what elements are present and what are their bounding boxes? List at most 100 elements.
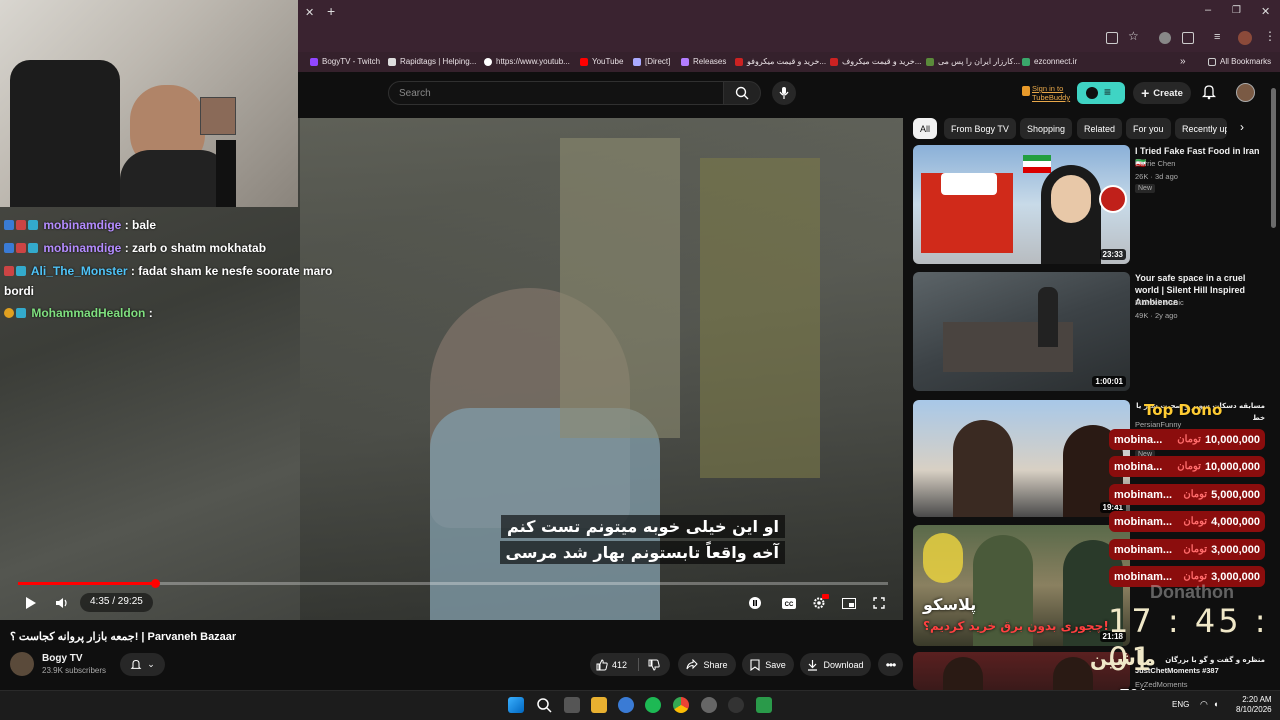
download-button[interactable]: Download — [800, 653, 871, 676]
captions-icon: CC — [782, 597, 796, 609]
thumb-caption: پلاسکو — [923, 595, 977, 614]
logo-badge — [1099, 185, 1127, 213]
star-icon[interactable]: ☆ — [1128, 29, 1139, 43]
search-icon[interactable] — [536, 697, 552, 713]
bookmark-item[interactable]: BogyTV - Twitch — [310, 57, 380, 66]
related-meta: 49K · 2y ago — [1135, 311, 1178, 320]
donation-row: mobina... تومان 10,000,000 — [1109, 429, 1265, 450]
all-bookmarks[interactable]: All Bookmarks — [1208, 57, 1271, 66]
chrome-icon[interactable] — [673, 697, 689, 713]
windows-start-icon[interactable] — [508, 697, 524, 713]
chat-message-continued: bordi — [4, 284, 34, 298]
tubebuddy-signin-link[interactable]: Sign in to TubeBuddy — [1032, 84, 1070, 102]
pause-autoplay-button[interactable] — [746, 594, 764, 612]
svg-text:CC: CC — [785, 602, 794, 608]
voice-search-button[interactable] — [772, 81, 796, 105]
window-close-button[interactable]: ✕ — [1261, 5, 1270, 18]
badge-icon — [28, 220, 38, 230]
chip-from-bogy-tv[interactable]: From Bogy TV — [944, 118, 1016, 139]
channel-name[interactable]: Bogy TV — [42, 653, 83, 664]
file-explorer-icon[interactable] — [591, 697, 607, 713]
app-icon[interactable] — [756, 697, 772, 713]
related-thumbnail[interactable]: 23:33 — [913, 145, 1130, 264]
profile-avatar[interactable] — [1238, 31, 1252, 45]
settings-button[interactable] — [810, 594, 829, 612]
wifi-icon[interactable]: ◠ — [1200, 699, 1208, 710]
install-app-icon[interactable] — [1106, 32, 1118, 44]
taskbar — [0, 690, 1280, 720]
subtitle-line: آخه واقعاً تابستونم بهار شد مرسی — [499, 541, 785, 564]
volume-icon[interactable]: ◖ — [1213, 699, 1218, 709]
search-input[interactable]: Search — [388, 81, 724, 105]
play-button[interactable] — [22, 594, 40, 612]
bookmark-item[interactable]: https://www.youtub... — [484, 57, 570, 66]
page-scrollbar[interactable] — [1271, 88, 1276, 228]
close-tab-icon[interactable]: ✕ — [305, 6, 314, 19]
chip-for-you[interactable]: For you — [1126, 118, 1171, 139]
captions-button[interactable]: CC — [780, 594, 798, 612]
chair — [10, 60, 120, 207]
spotify-icon[interactable] — [645, 697, 661, 713]
extension-icon[interactable] — [1159, 32, 1171, 44]
media-icon[interactable]: ≡ — [1214, 31, 1220, 43]
obs-icon[interactable] — [701, 697, 717, 713]
chip-related[interactable]: Related — [1077, 118, 1123, 139]
more-actions-button[interactable]: ••• — [878, 653, 903, 676]
clock[interactable]: 2:20 AM 8/10/2026 — [1236, 695, 1272, 715]
related-channel[interactable]: Carrie Chen — [1135, 159, 1175, 168]
subtitle-line: او این خیلی خوبه میتونم تست کنم — [501, 515, 785, 538]
divider — [638, 658, 639, 671]
bookmark-item[interactable]: خرید و قیمت میکروف... — [830, 57, 921, 66]
fullscreen-icon — [873, 597, 885, 609]
volume-button[interactable] — [53, 594, 71, 612]
bookmark-item[interactable]: ezconnect.ir — [1022, 57, 1077, 66]
ezconnect-icon — [1022, 57, 1030, 66]
bookmark-item[interactable]: کارزار ایران را پس می... — [926, 57, 1020, 66]
scrubber-handle[interactable] — [151, 579, 160, 588]
save-button[interactable]: Save — [742, 653, 794, 676]
bookmark-item[interactable]: YouTube — [580, 57, 623, 66]
chip-all[interactable]: All — [913, 118, 938, 139]
related-channel[interactable]: Midwich Music — [1135, 298, 1184, 307]
minimize-button[interactable]: – — [1205, 4, 1211, 16]
puzzle-icon[interactable] — [1182, 32, 1194, 44]
donation-row: mobinam... تومان 3,000,000 — [1109, 539, 1265, 560]
bookmark-item[interactable]: خرید و قیمت میکروفو... — [735, 57, 826, 66]
app-icon[interactable] — [618, 697, 634, 713]
bookmark-item[interactable]: Rapidtags | Helping... — [388, 57, 476, 66]
fullscreen-button[interactable] — [870, 594, 888, 612]
new-badge: New — [1135, 184, 1156, 193]
menu-icon[interactable]: ⋮ — [1264, 29, 1276, 43]
search-button[interactable] — [723, 81, 761, 105]
related-thumbnail[interactable]: 1:00:01 — [913, 272, 1130, 391]
miniplayer-button[interactable] — [840, 594, 858, 612]
account-avatar[interactable] — [1236, 83, 1255, 102]
create-button[interactable]: + Create — [1133, 82, 1191, 104]
task-view-icon[interactable] — [564, 697, 580, 713]
bookmark-item[interactable]: [Direct] — [633, 57, 670, 66]
like-dislike-group: 412 — [590, 653, 670, 676]
chip-shopping[interactable]: Shopping — [1020, 118, 1073, 139]
bookmark-item[interactable]: Releases — [681, 57, 726, 66]
share-button[interactable]: Share — [678, 653, 736, 676]
dislike-button[interactable] — [648, 659, 660, 673]
related-thumbnail[interactable]: 19:41 — [913, 400, 1130, 517]
related-channel[interactable]: PersianFunny — [1135, 420, 1181, 429]
hd-badge — [822, 594, 829, 599]
channel-avatar[interactable] — [10, 652, 34, 676]
notifications-button[interactable] — [1201, 84, 1217, 100]
maximize-button[interactable]: ❐ — [1232, 5, 1241, 16]
tubebuddy-button[interactable]: ≡ — [1077, 82, 1125, 104]
chip-recently-uploaded[interactable]: Recently up — [1175, 118, 1227, 139]
chevron-right-icon[interactable]: › — [1240, 120, 1244, 134]
notification-bell-button[interactable]: ⌄ — [120, 653, 165, 676]
related-thumbnail[interactable]: پلاسکو چجوری بدون برق خرید کردیم؟! 21:18 — [913, 525, 1130, 646]
rapidtags-icon — [388, 57, 396, 66]
new-tab-button[interactable]: + — [327, 3, 335, 19]
like-button[interactable]: 412 — [596, 658, 627, 671]
more-bookmarks-icon[interactable]: » — [1180, 56, 1186, 67]
language-indicator[interactable]: ENG — [1172, 700, 1189, 709]
app-icon[interactable] — [728, 697, 744, 713]
download-icon — [808, 659, 818, 671]
chat-message: mobinamdige : zarb o shatm mokhatab — [4, 241, 266, 255]
